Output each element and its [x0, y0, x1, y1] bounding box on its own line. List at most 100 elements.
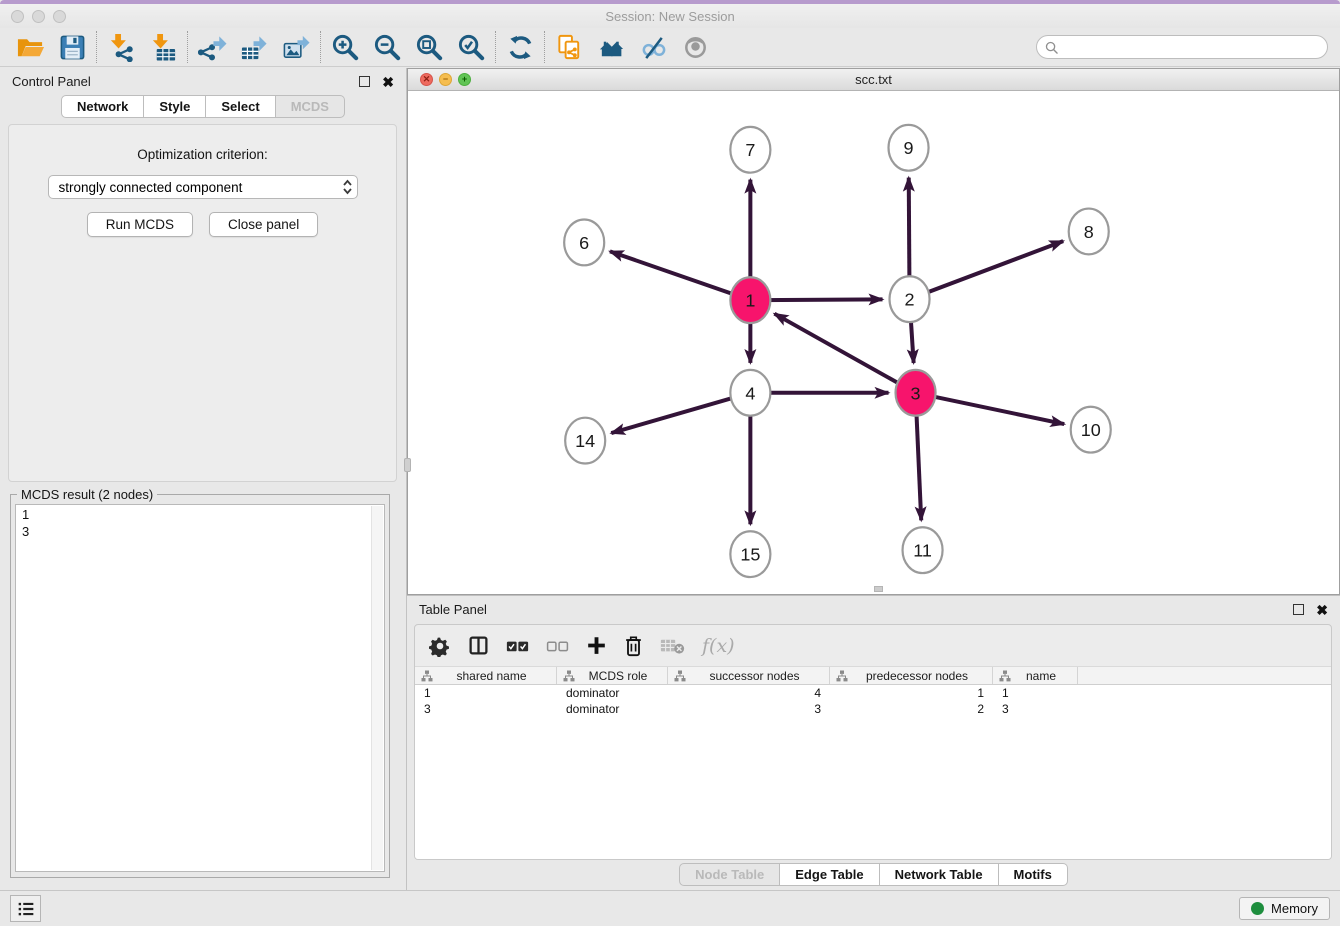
column-header-successor-nodes[interactable]: successor nodes	[668, 667, 830, 684]
panel-splitter-grip[interactable]	[404, 458, 411, 472]
hide-view-icon[interactable]	[638, 32, 668, 62]
node-6[interactable]: 6	[564, 219, 604, 265]
delete-table-icon[interactable]	[660, 632, 685, 660]
tab-network[interactable]: Network	[61, 95, 144, 118]
network-canvas[interactable]: 7 9 6 8 1 2 4 3 14 10 15 11	[408, 92, 1339, 594]
edge-4-14[interactable]	[611, 393, 750, 433]
open-folder-icon[interactable]	[15, 32, 45, 62]
network-window-title: scc.txt	[408, 72, 1339, 87]
network-splitter-grip[interactable]	[874, 586, 883, 592]
mcds-result-scrollbar[interactable]	[371, 506, 383, 870]
node-4[interactable]: 4	[730, 370, 770, 416]
tab-mcds[interactable]: MCDS	[276, 95, 345, 118]
column-type-icon	[421, 670, 433, 682]
columns-icon[interactable]	[468, 632, 489, 660]
select-all-icon[interactable]	[506, 632, 529, 660]
run-mcds-button[interactable]: Run MCDS	[87, 212, 193, 237]
table-row[interactable]: 3dominator323	[415, 701, 1331, 717]
mcds-result-line: 3	[22, 523, 378, 540]
network-graph[interactable]: 7 9 6 8 1 2 4 3 14 10 15 11	[408, 92, 1339, 594]
save-icon[interactable]	[57, 32, 87, 62]
tab-select[interactable]: Select	[206, 95, 275, 118]
export-network-icon[interactable]	[197, 32, 227, 62]
app-titlebar: Session: New Session	[0, 4, 1340, 28]
float-panel-icon[interactable]	[359, 76, 370, 87]
column-type-icon	[836, 670, 848, 682]
column-header-predecessor-nodes[interactable]: predecessor nodes	[830, 667, 993, 684]
edge-3-1[interactable]	[774, 314, 915, 393]
node-1[interactable]: 1	[730, 277, 770, 323]
node-9[interactable]: 9	[889, 125, 929, 171]
table-cell: 1	[830, 685, 993, 701]
fx-icon[interactable]: f(x)	[702, 632, 735, 660]
memory-label: Memory	[1271, 901, 1318, 916]
node-2[interactable]: 2	[890, 276, 930, 322]
tab-node-table[interactable]: Node Table	[679, 863, 780, 886]
table-tabs: Node TableEdge TableNetwork TableMotifs	[407, 863, 1340, 886]
export-table-icon[interactable]	[239, 32, 269, 62]
trash-icon[interactable]	[624, 632, 643, 660]
column-header-name[interactable]: name	[993, 667, 1078, 684]
edge-3-10[interactable]	[916, 393, 1065, 424]
close-table-panel-icon[interactable]: ✖	[1316, 603, 1328, 617]
column-header-MCDS-role[interactable]: MCDS role	[557, 667, 668, 684]
column-header-shared-name[interactable]: shared name	[415, 667, 557, 684]
zoom-fit-icon[interactable]	[414, 32, 444, 62]
close-panel-button[interactable]: Close panel	[209, 212, 318, 237]
close-panel-icon[interactable]: ✖	[382, 75, 394, 89]
node-14[interactable]: 14	[565, 418, 605, 464]
table-row[interactable]: 1dominator411	[415, 685, 1331, 701]
tab-edge-table[interactable]: Edge Table	[780, 863, 879, 886]
float-table-panel-icon[interactable]	[1293, 604, 1304, 615]
export-image-icon[interactable]	[281, 32, 311, 62]
refresh-icon[interactable]	[505, 32, 535, 62]
node-15[interactable]: 15	[730, 531, 770, 577]
edge-1-6[interactable]	[610, 251, 750, 300]
search-box[interactable]	[1036, 35, 1328, 59]
zoom-in-icon[interactable]	[330, 32, 360, 62]
svg-text:8: 8	[1084, 222, 1094, 242]
zoom-out-icon[interactable]	[372, 32, 402, 62]
table-cell: 4	[668, 685, 830, 701]
node-8[interactable]: 8	[1069, 209, 1109, 255]
task-history-button[interactable]	[10, 895, 41, 922]
control-panel-tabs: NetworkStyleSelectMCDS	[0, 95, 406, 118]
copy-network-icon[interactable]	[554, 32, 584, 62]
edge-2-8[interactable]	[910, 241, 1064, 299]
home-icon[interactable]	[596, 32, 626, 62]
gear-icon[interactable]	[429, 632, 451, 660]
import-network-icon[interactable]	[106, 32, 136, 62]
memory-button[interactable]: Memory	[1239, 897, 1330, 920]
table-rows: 1dominator4113dominator323	[415, 685, 1331, 859]
svg-text:14: 14	[575, 431, 595, 451]
dropdown-stepper-icon	[342, 178, 353, 196]
mcds-result-group: MCDS result (2 nodes) 13	[10, 494, 390, 878]
tab-motifs[interactable]: Motifs	[999, 863, 1068, 886]
table-cell: dominator	[557, 685, 668, 701]
table-cell: 3	[415, 701, 557, 717]
node-7[interactable]: 7	[730, 127, 770, 173]
zoom-selected-icon[interactable]	[456, 32, 486, 62]
show-view-icon[interactable]	[680, 32, 710, 62]
add-icon[interactable]	[586, 632, 607, 660]
node-11[interactable]: 11	[903, 527, 943, 573]
svg-text:11: 11	[913, 541, 932, 561]
table-panel: Table Panel ✖ f(x) shared nameMCDS roles…	[407, 595, 1340, 890]
node-3[interactable]: 3	[896, 370, 936, 416]
svg-text:15: 15	[740, 545, 760, 565]
svg-text:7: 7	[745, 140, 755, 160]
node-10[interactable]: 10	[1071, 407, 1111, 453]
mcds-result-textarea[interactable]: 13	[15, 504, 385, 872]
window-title: Session: New Session	[0, 9, 1340, 24]
unselect-all-icon[interactable]	[546, 632, 569, 660]
mcds-result-line: 1	[22, 506, 378, 523]
tab-style[interactable]: Style	[144, 95, 206, 118]
optimization-criterion-dropdown[interactable]: strongly connected component	[48, 175, 358, 199]
search-input[interactable]	[1064, 40, 1319, 55]
network-window-titlebar[interactable]: ✕ − + scc.txt	[408, 69, 1339, 91]
svg-text:10: 10	[1081, 420, 1101, 440]
svg-text:6: 6	[579, 233, 589, 253]
svg-text:9: 9	[904, 138, 914, 158]
tab-network-table[interactable]: Network Table	[880, 863, 999, 886]
import-table-icon[interactable]	[148, 32, 178, 62]
